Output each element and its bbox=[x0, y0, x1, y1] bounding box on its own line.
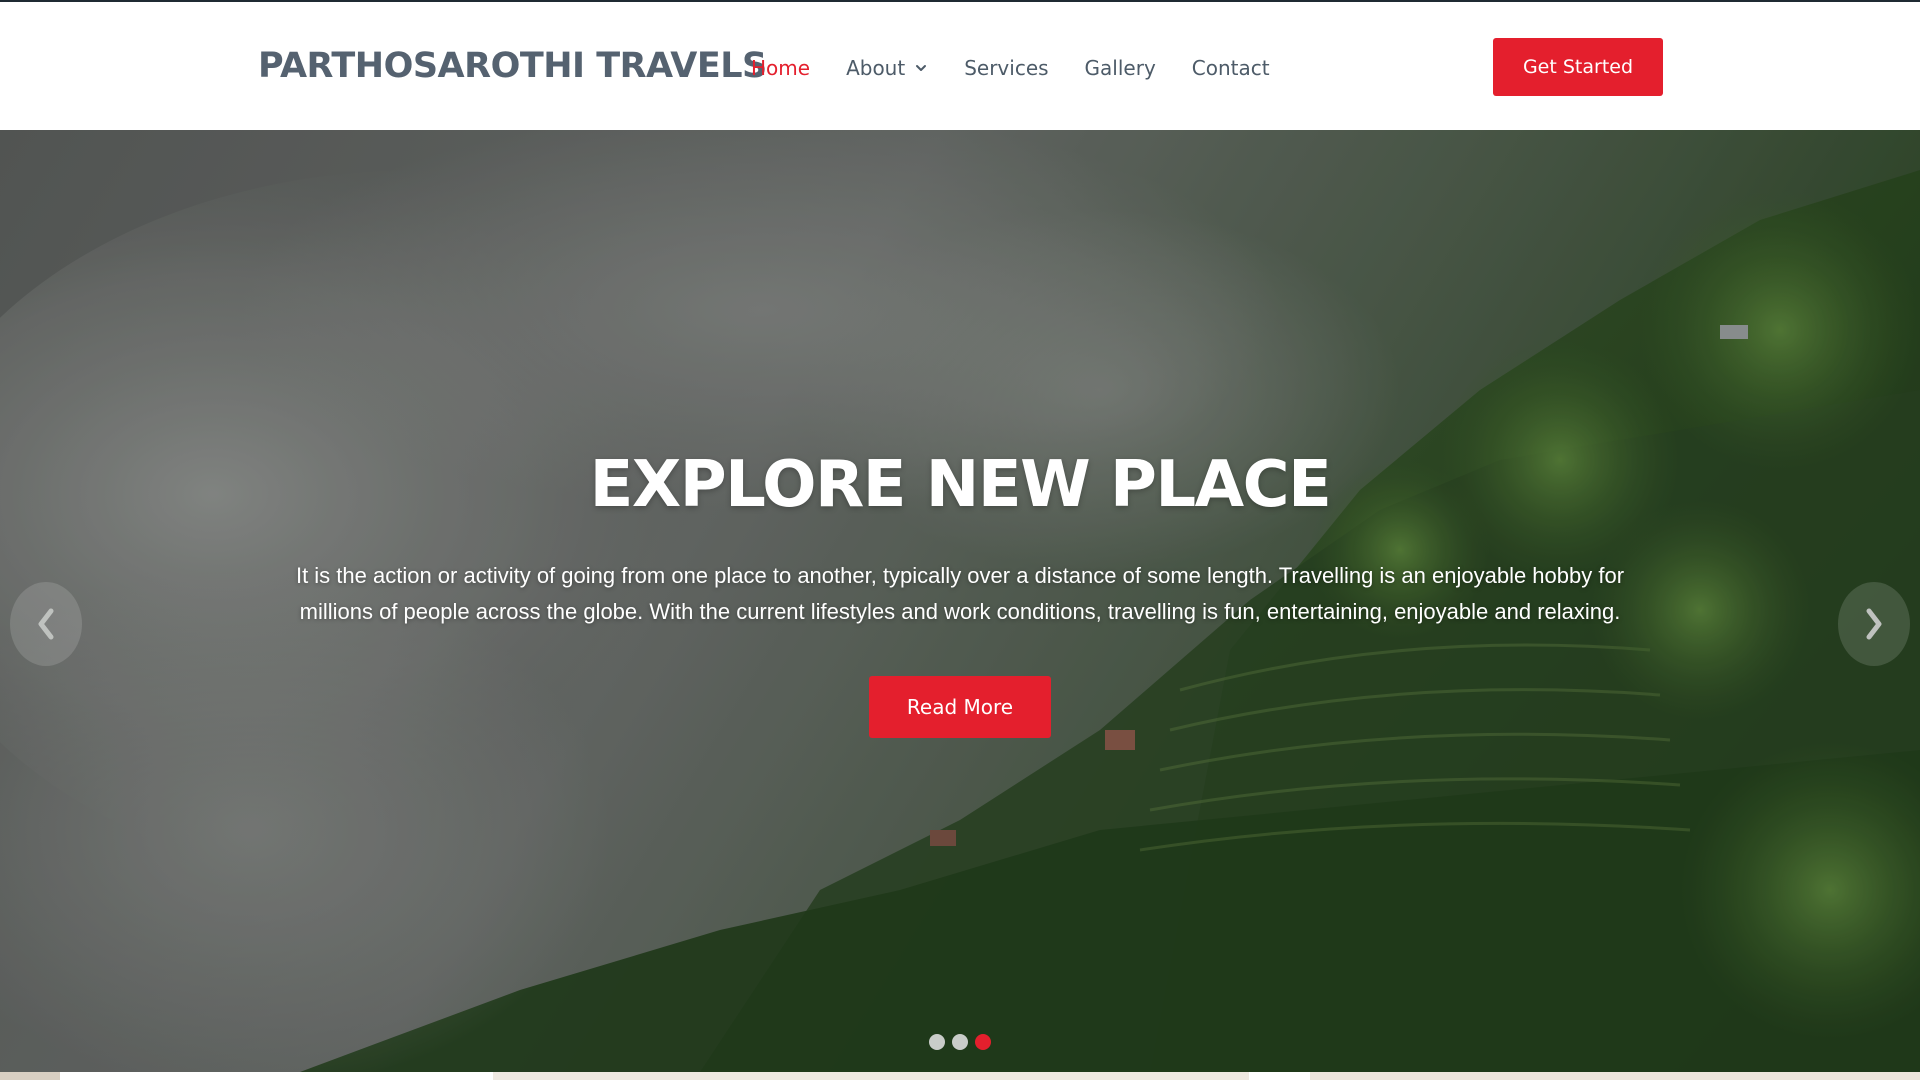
nav-services[interactable]: Services bbox=[964, 56, 1048, 80]
carousel-prev-button[interactable] bbox=[10, 582, 82, 666]
chevron-down-icon bbox=[916, 65, 927, 71]
read-more-button[interactable]: Read More bbox=[869, 676, 1051, 738]
hero-description: It is the action or activity of going fr… bbox=[295, 563, 1625, 624]
nav-gallery-label: Gallery bbox=[1084, 56, 1156, 80]
main-nav: Home About Services Gallery Contact bbox=[751, 54, 1306, 82]
carousel-dot-2[interactable] bbox=[952, 1034, 968, 1050]
brand-logo-text[interactable]: PARTHOSAROTHI TRAVELS bbox=[258, 46, 767, 86]
next-section-peek bbox=[0, 1072, 1920, 1080]
nav-services-label: Services bbox=[964, 56, 1049, 80]
site-header: PARTHOSAROTHI TRAVELS Home About Service… bbox=[0, 2, 1920, 130]
carousel-dot-3[interactable] bbox=[975, 1034, 991, 1050]
nav-contact-label: Contact bbox=[1191, 56, 1270, 80]
carousel-dot-1[interactable] bbox=[929, 1034, 945, 1050]
nav-contact[interactable]: Contact bbox=[1192, 56, 1270, 80]
carousel-indicators bbox=[929, 1034, 998, 1050]
nav-about-label: About bbox=[846, 56, 906, 80]
nav-about[interactable]: About bbox=[846, 56, 928, 80]
nav-home[interactable]: Home bbox=[751, 56, 810, 80]
carousel-next-button[interactable] bbox=[1838, 582, 1910, 666]
get-started-button[interactable]: Get Started bbox=[1493, 38, 1663, 96]
hero-title: EXPLORE NEW PLACE bbox=[589, 448, 1332, 522]
chevron-left-icon bbox=[38, 608, 54, 640]
chevron-right-icon bbox=[1866, 608, 1882, 640]
nav-home-label: Home bbox=[751, 56, 811, 80]
nav-gallery[interactable]: Gallery bbox=[1085, 56, 1156, 80]
hero-carousel: EXPLORE NEW PLACE It is the action or ac… bbox=[0, 130, 1920, 1072]
